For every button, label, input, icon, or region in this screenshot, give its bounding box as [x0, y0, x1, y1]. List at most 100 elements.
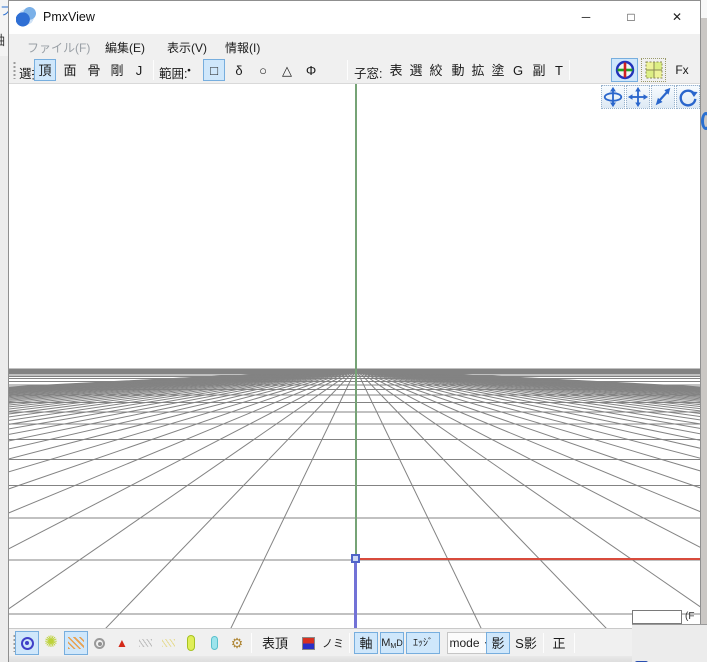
subwindow-motion-button[interactable]: 動: [448, 59, 468, 81]
x-axis-line: [356, 558, 700, 560]
wire2-display-toggle[interactable]: [156, 631, 180, 655]
range-delta-button[interactable]: δ: [229, 59, 249, 81]
background-text-fragment: (F: [685, 611, 695, 622]
toolbar-grip[interactable]: [12, 61, 17, 79]
separator: [481, 633, 482, 653]
select-rigid-button[interactable]: 剛: [106, 59, 128, 81]
subwindow-t-button[interactable]: T: [550, 59, 568, 81]
axis-display-toggle[interactable]: 軸: [354, 632, 378, 654]
range-box-button[interactable]: □: [203, 59, 225, 81]
quad-view-toggle-button[interactable]: [641, 58, 666, 82]
mode-dropdown-label: mode: [449, 636, 480, 650]
viewport-3d[interactable]: [9, 84, 700, 628]
subwindow-expand-button[interactable]: 拡: [468, 59, 488, 81]
orbit-rotate-icon: [603, 86, 623, 108]
background-panel-fragment: [632, 624, 707, 662]
front-vertex-button[interactable]: 表頂: [256, 632, 294, 654]
select-vertex-button[interactable]: 頂: [34, 59, 56, 81]
menu-info[interactable]: 情報(I): [222, 37, 263, 58]
subwindow-filter-button[interactable]: 絞: [426, 59, 446, 81]
hatch-icon: [68, 637, 84, 649]
triangle-icon: ▲: [116, 636, 128, 650]
pmxview-app-icon: [16, 7, 36, 27]
material-icon: [301, 636, 315, 650]
mmd-mode-toggle[interactable]: MMD: [380, 632, 404, 654]
separator: [543, 633, 544, 653]
edge-display-toggle[interactable]: ｴｯｼﾞ: [406, 632, 440, 654]
select-joint-button[interactable]: J: [129, 59, 149, 81]
subwindow-display-button[interactable]: 表: [386, 59, 406, 81]
joint-display-toggle[interactable]: ⚙: [225, 631, 249, 655]
rigid-display-toggle[interactable]: [202, 631, 226, 655]
shadow-toggle[interactable]: 影: [486, 632, 510, 654]
background-panel-fragment: [701, 0, 707, 18]
bone-display-toggle[interactable]: [179, 631, 203, 655]
z-axis-line: [354, 559, 357, 628]
close-button[interactable]: ✕: [661, 6, 693, 29]
hatch-display-toggle[interactable]: [64, 631, 88, 655]
maximize-button[interactable]: □: [615, 6, 647, 29]
range-circle-button[interactable]: ○: [253, 59, 273, 81]
background-input-fragment[interactable]: [632, 610, 682, 624]
range-phi-button[interactable]: Φ: [301, 59, 321, 81]
separator: [574, 633, 575, 653]
menu-edit[interactable]: 編集(E): [102, 37, 148, 58]
y-axis-line: [355, 84, 357, 559]
splat-display-toggle[interactable]: ✺: [39, 631, 63, 655]
material-display-toggle[interactable]: [297, 631, 319, 655]
point-display-toggle[interactable]: [87, 631, 111, 655]
splat-icon: ✺: [44, 634, 58, 651]
display-toolbar: ✺ ▲ ⚙ 表頂 ノミ 軸 MMD ｴｯｼﾞ mode▼ 影 S影: [9, 628, 700, 656]
menu-view[interactable]: 表示(V): [164, 37, 210, 58]
menu-bar: ファイル(F) 編集(E) 表示(V) 情報(I): [9, 34, 700, 57]
separator: [349, 633, 350, 653]
axis-view-icon: [615, 60, 634, 80]
window-bottom-edge: [9, 656, 700, 662]
yellow-hatch-icon: [161, 639, 175, 647]
screen: フ 軸 PmxView ─ □ ✕ ファイル(F) 編集(E) 表示(V) 情報…: [0, 0, 707, 662]
point-icon: [93, 637, 105, 649]
wire-display-toggle[interactable]: [133, 631, 157, 655]
separator: [153, 60, 154, 80]
rotate-view-icon: [679, 89, 698, 107]
subwindow-g-button[interactable]: G: [509, 59, 527, 81]
normals-icon: ノミ: [322, 638, 344, 650]
menu-file[interactable]: ファイル(F): [24, 37, 93, 58]
separator: [347, 60, 348, 80]
minimize-button[interactable]: ─: [570, 6, 602, 29]
self-shadow-toggle[interactable]: S影: [512, 632, 540, 654]
window-title: PmxView: [43, 10, 95, 24]
separator: [251, 633, 252, 653]
pan-button[interactable]: [626, 85, 650, 109]
range-point-button[interactable]: ・: [179, 59, 199, 81]
zoom-arrow-icon: [655, 87, 671, 106]
background-text-fragment: 軸: [0, 30, 5, 49]
background-window-right-sliver: [701, 0, 707, 662]
face-display-toggle[interactable]: ▲: [110, 631, 134, 655]
front-view-button[interactable]: 正: [548, 632, 570, 654]
fx-toggle-button[interactable]: Fx: [669, 59, 695, 81]
gear-icon: ⚙: [230, 635, 244, 651]
select-bone-button[interactable]: 骨: [83, 59, 105, 81]
normals-display-toggle[interactable]: ノミ: [321, 631, 345, 655]
select-face-button[interactable]: 面: [59, 59, 81, 81]
zoom-button[interactable]: [651, 85, 675, 109]
green-capsule-icon: [187, 635, 195, 651]
orbit-rotate-button[interactable]: [601, 85, 625, 109]
subwindow-label: 子窓:: [354, 67, 383, 81]
origin-handle[interactable]: [351, 554, 360, 563]
pan-move-icon: [627, 86, 649, 108]
background-window-corner: (F: [632, 610, 707, 662]
subwindow-sub-button[interactable]: 副: [529, 59, 549, 81]
quad-view-icon: [645, 61, 662, 79]
gray-hatch-icon: [138, 639, 152, 647]
vertex-display-toggle[interactable]: [15, 631, 39, 655]
rotate-view-button[interactable]: [676, 85, 700, 109]
separator: [569, 60, 570, 80]
subwindow-paint-button[interactable]: 塗: [488, 59, 508, 81]
subwindow-select-button[interactable]: 選: [406, 59, 426, 81]
title-bar[interactable]: PmxView ─ □ ✕: [9, 1, 700, 34]
axis-view-toggle-button[interactable]: [611, 58, 638, 82]
vertex-icon: [20, 636, 34, 650]
range-triangle-button[interactable]: △: [277, 59, 297, 81]
